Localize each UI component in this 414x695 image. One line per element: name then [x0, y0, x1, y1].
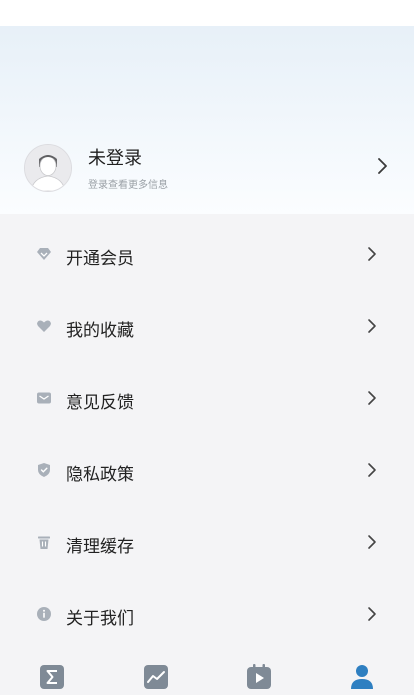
user-name: 未登录 [88, 148, 142, 169]
menu-item-label: 意见反馈 [66, 393, 134, 413]
default-avatar-icon [25, 145, 71, 191]
tab-profile[interactable] [348, 663, 376, 691]
tab-formulas[interactable] [38, 663, 66, 691]
chevron-right-icon [368, 319, 376, 333]
chevron-right-icon [368, 391, 376, 405]
menu-item-label: 开通会员 [66, 249, 134, 269]
shield-icon [38, 463, 50, 477]
menu-item-clear-cache[interactable]: 清理缓存 [0, 502, 414, 574]
avatar[interactable] [24, 144, 72, 192]
menu-item-label: 我的收藏 [66, 321, 134, 341]
menu-item-vip[interactable]: 开通会员 [0, 214, 414, 286]
heart-icon [37, 320, 51, 332]
bottom-tab-bar [0, 655, 414, 693]
trend-chart-icon [144, 665, 168, 689]
trash-icon [38, 536, 50, 549]
menu-item-label: 关于我们 [66, 609, 134, 629]
calendar-play-icon [247, 664, 271, 689]
tab-video[interactable] [245, 663, 273, 691]
chevron-right-icon [378, 158, 387, 174]
settings-menu: 开通会员 我的收藏 意见反馈 隐私政策 清理缓存 关于我们 [0, 214, 414, 646]
chevron-right-icon [368, 247, 376, 261]
menu-item-privacy[interactable]: 隐私政策 [0, 430, 414, 502]
chevron-right-icon [368, 535, 376, 549]
menu-item-label: 隐私政策 [66, 465, 134, 485]
sigma-icon [40, 665, 64, 689]
user-icon [351, 665, 373, 689]
diamond-icon [37, 248, 51, 260]
menu-item-favorites[interactable]: 我的收藏 [0, 286, 414, 358]
menu-item-about[interactable]: 关于我们 [0, 574, 414, 646]
mail-icon [37, 392, 51, 404]
chevron-right-icon [368, 463, 376, 477]
menu-item-label: 清理缓存 [66, 537, 134, 557]
status-bar [0, 0, 414, 26]
info-icon [37, 607, 51, 621]
menu-item-feedback[interactable]: 意见反馈 [0, 358, 414, 430]
chevron-right-icon [368, 607, 376, 621]
user-subtitle: 登录查看更多信息 [88, 180, 168, 191]
profile-row[interactable]: 未登录 登录查看更多信息 [0, 140, 414, 196]
tab-trends[interactable] [142, 663, 170, 691]
